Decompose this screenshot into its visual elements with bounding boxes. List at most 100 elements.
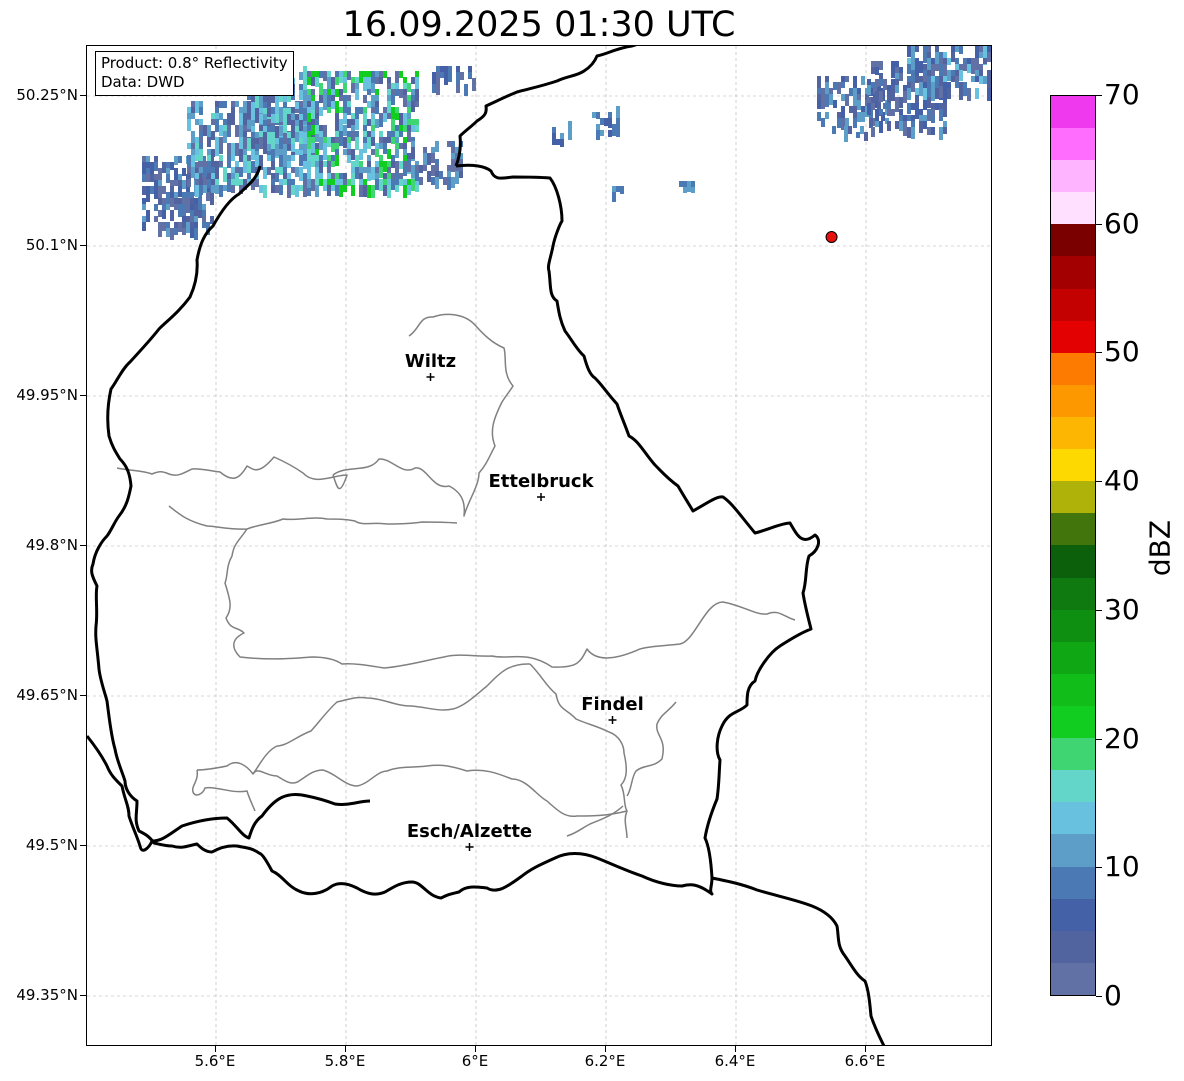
echo-pixel (415, 125, 419, 131)
echo-pixel (552, 133, 556, 139)
echo-pixel (231, 185, 235, 193)
echo-pixel (472, 84, 476, 91)
echo-pixel (975, 88, 979, 99)
echo-pixel (146, 210, 150, 217)
echo-pixel (207, 137, 211, 147)
echo-pixel (315, 77, 319, 87)
echo-pixel (295, 114, 299, 121)
echo-pixel (187, 179, 191, 187)
echo-pixel (275, 102, 279, 109)
echo-pixel (211, 131, 215, 140)
echo-pixel (857, 94, 861, 101)
colorbar-tick-label: 50 (1104, 335, 1140, 369)
echo-pixel (227, 131, 231, 137)
echo-pixel (251, 161, 255, 173)
lat-tick-label: 49.95°N (16, 386, 78, 404)
echo-pixel (287, 144, 291, 150)
echo-pixel (335, 185, 339, 196)
echo-pixel (447, 177, 451, 190)
echo-pixel (991, 76, 992, 82)
echo-pixel (327, 155, 331, 161)
echo-pixel (199, 155, 203, 162)
lon-tick-label: 6.2°E (584, 1052, 626, 1070)
echo-pixel (339, 71, 343, 77)
echo-pixel (991, 58, 992, 71)
echo-pixel (323, 125, 327, 137)
echo-pixel (399, 89, 403, 98)
echo-pixel (199, 107, 203, 115)
echo-pixel (146, 162, 150, 169)
echo-pixel (935, 52, 939, 64)
colorbar-segment (1051, 834, 1095, 867)
echo-pixel (444, 78, 448, 85)
echo-pixel (247, 161, 251, 173)
echo-pixel (182, 228, 186, 235)
echo-pixel (391, 179, 395, 190)
echo-pixel (959, 88, 963, 100)
echo-pixel (931, 127, 935, 135)
echo-pixel (383, 161, 387, 172)
echo-pixel (443, 177, 447, 185)
echo-pixel (239, 167, 243, 177)
echo-pixel (955, 46, 959, 52)
echo-pixel (379, 71, 383, 78)
echo-pixel (331, 77, 335, 90)
echo-pixel (315, 107, 319, 113)
echo-pixel (295, 167, 299, 177)
echo-pixel (391, 131, 395, 138)
colorbar-tick (1096, 609, 1102, 611)
echo-pixel (343, 137, 347, 148)
echo-pixel (295, 102, 299, 109)
echo-pixel (351, 149, 355, 160)
echo-pixel (927, 115, 931, 121)
echo-pixel (182, 204, 186, 217)
echo-pixel (451, 159, 455, 172)
echo-pixel (371, 167, 375, 180)
echo-pixel (456, 72, 460, 84)
radar-site-marker[interactable] (825, 231, 838, 243)
echo-pixel (451, 177, 455, 188)
echo-pixel (239, 107, 243, 114)
city-label: Wiltz (405, 351, 456, 372)
city-marker[interactable]: Wiltz (405, 351, 456, 381)
city-marker[interactable]: Esch/Alzette (407, 821, 532, 851)
echo-pixel (931, 64, 935, 76)
echo-pixel (166, 204, 170, 210)
echo-pixel (959, 70, 963, 81)
echo-pixel (375, 119, 379, 128)
echo-pixel (150, 186, 154, 194)
echo-pixel (415, 101, 419, 107)
colorbar-segment (1051, 898, 1095, 931)
echo-pixel (411, 77, 415, 84)
city-marker[interactable]: Findel (581, 694, 644, 724)
echo-pixel (963, 64, 967, 71)
echo-pixel (935, 88, 939, 99)
echo-pixel (947, 70, 951, 81)
echo-pixel (162, 222, 166, 231)
echo-pixel (303, 185, 307, 197)
echo-pixel (907, 103, 911, 114)
echo-pixel (162, 186, 166, 194)
echo-pixel (191, 155, 195, 167)
lon-tick-label: 5.8°E (324, 1052, 366, 1070)
echo-pixel (608, 130, 612, 137)
echo-pixel (299, 167, 303, 173)
echo-pixel (187, 143, 191, 149)
echo-pixel (243, 161, 247, 173)
radar-map[interactable]: Wiltz Ettelbruck Findel Esch/Alzette (86, 45, 992, 1046)
echo-pixel (307, 131, 311, 137)
echo-pixel (191, 113, 195, 119)
echo-pixel (431, 177, 435, 185)
luxembourg-border (90, 163, 821, 900)
city-marker[interactable]: Ettelbruck (488, 471, 595, 501)
echo-pixel (335, 155, 339, 166)
echo-pixel (355, 167, 359, 179)
echo-pixel (291, 132, 295, 138)
echo-pixel (190, 228, 194, 238)
echo-pixel (323, 149, 327, 160)
echo-pixel (359, 107, 363, 114)
echo-pixel (379, 143, 383, 149)
echo-pixel (174, 168, 178, 175)
echo-pixel (307, 77, 311, 85)
echo-pixel (211, 119, 215, 125)
